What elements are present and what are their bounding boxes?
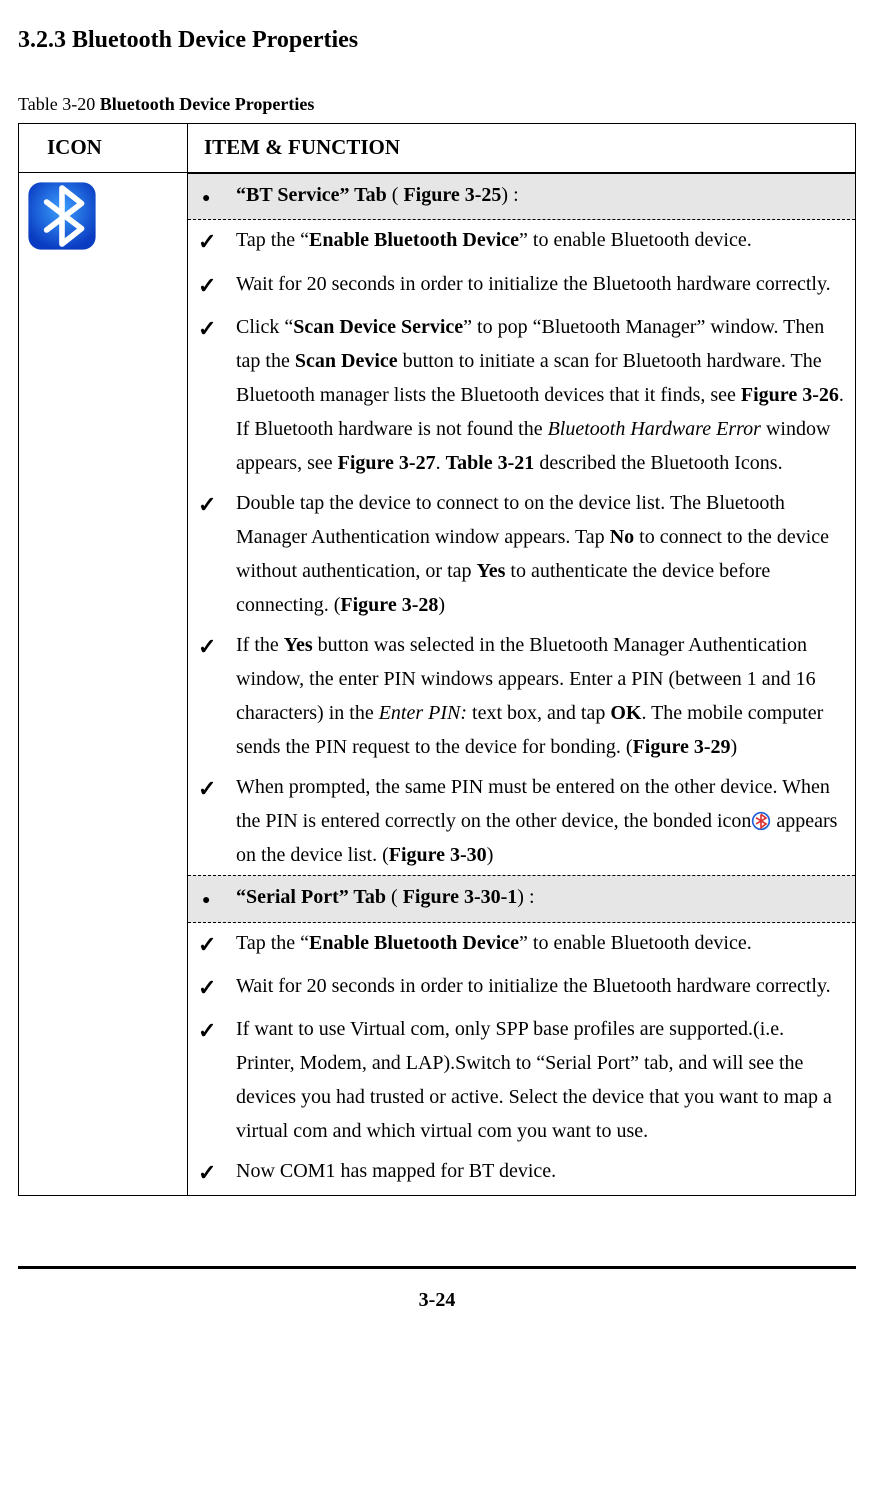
check-icon — [198, 486, 236, 622]
list-item: Wait for 20 seconds in order to initiali… — [188, 264, 855, 307]
list-item: Double tap the device to connect to on t… — [188, 483, 855, 625]
table-body-row: “BT Service” Tab ( Figure 3-25) : Tap the… — [19, 173, 856, 1196]
bullet-icon — [198, 880, 236, 917]
check-icon — [198, 926, 236, 963]
list-item: Tap the “Enable Bluetooth Device” to ena… — [188, 220, 855, 263]
tab-title: “BT Service” Tab ( Figure 3-25) : — [236, 178, 847, 215]
item-text: Now COM1 has mapped for BT device. — [236, 1154, 847, 1191]
content-cell: “BT Service” Tab ( Figure 3-25) : Tap the… — [188, 173, 856, 1196]
header-item: ITEM & FUNCTION — [188, 124, 856, 173]
item-text: Wait for 20 seconds in order to initiali… — [236, 267, 847, 304]
list-item: When prompted, the same PIN must be ente… — [188, 767, 855, 875]
check-icon — [198, 770, 236, 872]
bluetooth-icon — [27, 181, 97, 251]
check-icon — [198, 1012, 236, 1148]
check-icon — [198, 267, 236, 304]
item-text: When prompted, the same PIN must be ente… — [236, 770, 847, 872]
tab-header: “Serial Port” Tab ( Figure 3-30-1) : — [188, 875, 855, 922]
check-icon — [198, 310, 236, 480]
header-icon: ICON — [19, 124, 188, 173]
check-icon — [198, 1154, 236, 1191]
table-caption: Table 3-20 Bluetooth Device Properties — [18, 89, 856, 120]
properties-table: ICON ITEM & FUNCTION “BT Service” Tab ( … — [18, 123, 856, 1195]
list-item: Now COM1 has mapped for BT device. — [188, 1151, 855, 1194]
item-text: If want to use Virtual com, only SPP bas… — [236, 1012, 847, 1148]
table-header-row: ICON ITEM & FUNCTION — [19, 124, 856, 173]
bullet-icon — [198, 178, 236, 215]
item-text: Double tap the device to connect to on t… — [236, 486, 847, 622]
item-text: If the Yes button was selected in the Bl… — [236, 628, 847, 764]
tab-header: “BT Service” Tab ( Figure 3-25) : — [188, 173, 855, 220]
list-item: Click “Scan Device Service” to pop “Blue… — [188, 307, 855, 483]
list-item: If the Yes button was selected in the Bl… — [188, 625, 855, 767]
caption-prefix: Table 3-20 — [18, 94, 100, 114]
page-number: 3-24 — [18, 1266, 856, 1317]
list-item: If want to use Virtual com, only SPP bas… — [188, 1009, 855, 1151]
item-text: Tap the “Enable Bluetooth Device” to ena… — [236, 926, 847, 963]
tab-title: “Serial Port” Tab ( Figure 3-30-1) : — [236, 880, 847, 917]
section-heading: 3.2.3 Bluetooth Device Properties — [18, 20, 856, 61]
bonded-icon — [751, 811, 771, 831]
caption-title: Bluetooth Device Properties — [100, 94, 315, 114]
list-item: Tap the “Enable Bluetooth Device” to ena… — [188, 923, 855, 966]
icon-cell — [19, 173, 188, 1196]
item-text: Wait for 20 seconds in order to initiali… — [236, 969, 847, 1006]
check-icon — [198, 628, 236, 764]
list-item: Wait for 20 seconds in order to initiali… — [188, 966, 855, 1009]
item-text: Tap the “Enable Bluetooth Device” to ena… — [236, 223, 847, 260]
check-icon — [198, 223, 236, 260]
item-text: Click “Scan Device Service” to pop “Blue… — [236, 310, 847, 480]
check-icon — [198, 969, 236, 1006]
